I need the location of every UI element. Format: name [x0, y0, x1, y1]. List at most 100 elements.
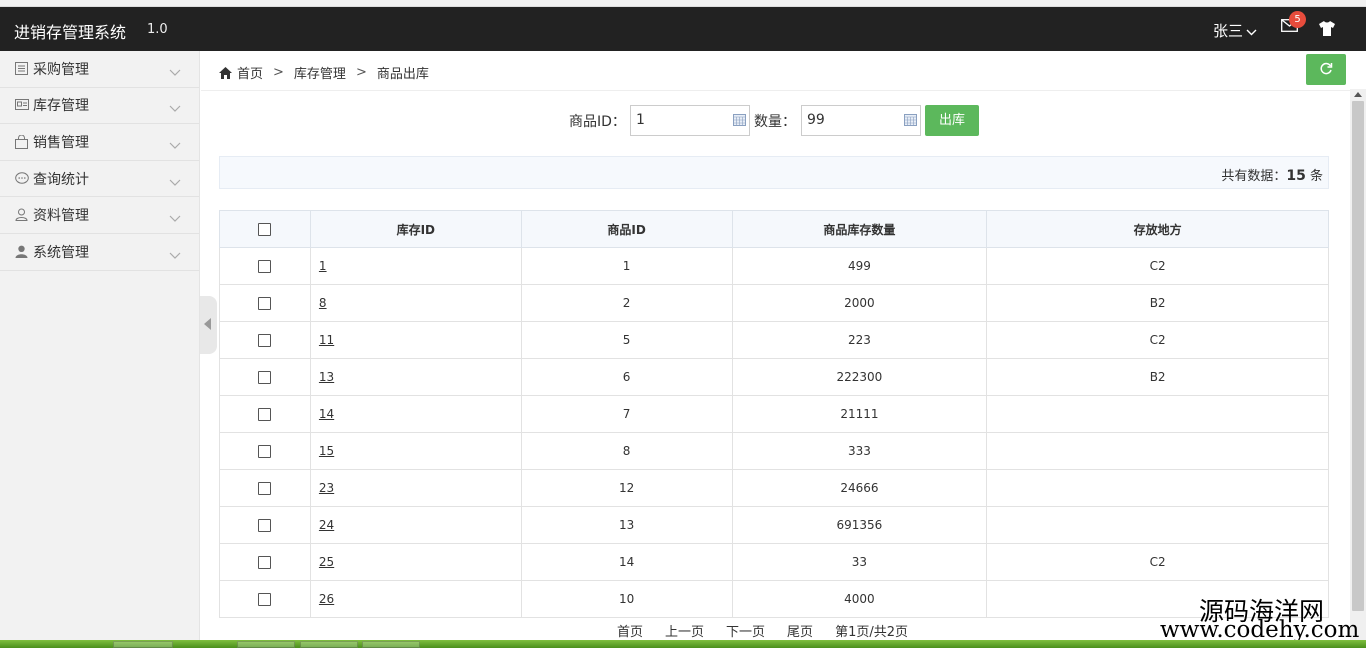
calendar-icon[interactable]: [904, 114, 917, 126]
chevron-down-icon: [169, 175, 181, 186]
chat-icon: [15, 171, 29, 186]
row-checkbox[interactable]: [258, 519, 272, 532]
select-all-cell: [219, 210, 311, 248]
product-id-value: 1: [636, 112, 645, 128]
taskbar-button[interactable]: [362, 641, 420, 648]
sidebar-item-data-management[interactable]: 资料管理: [0, 197, 199, 234]
scroll-thumb[interactable]: [1352, 101, 1364, 611]
table-header-row: 库存ID 商品ID 商品库存数量 存放地方: [219, 210, 1329, 248]
stock-id-link[interactable]: 15: [319, 444, 334, 458]
stock-id-link[interactable]: 23: [319, 481, 334, 495]
chevron-down-icon: [169, 248, 181, 259]
total-count: 共有数据：15 条: [1221, 165, 1323, 184]
taskbar-button[interactable]: [300, 641, 358, 648]
breadcrumb-section[interactable]: 库存管理: [294, 63, 346, 82]
quantity-cell: 4000: [731, 580, 988, 618]
sidebar-item-query-stats[interactable]: 查询统计: [0, 161, 199, 198]
product-id-label: 商品ID：: [569, 114, 626, 130]
theme-shirt-icon[interactable]: [1318, 21, 1336, 37]
sidebar-item-inventory[interactable]: 库存管理: [0, 88, 199, 125]
product-id-cell: 13: [520, 506, 733, 544]
app-title: 进销存管理系统: [14, 23, 127, 42]
product-id-input[interactable]: 1: [630, 105, 750, 136]
vertical-scrollbar[interactable]: [1350, 89, 1366, 640]
card-icon: [15, 98, 29, 112]
location-cell: C2: [986, 543, 1329, 581]
sidebar-item-label: 销售管理: [33, 134, 89, 151]
location-cell: B2: [986, 284, 1329, 322]
stock-id-link[interactable]: 24: [319, 518, 334, 532]
column-header[interactable]: 存放地方: [986, 210, 1329, 248]
sidebar-item-system[interactable]: 系统管理: [0, 234, 199, 271]
quantity-input[interactable]: 99: [801, 105, 921, 136]
product-id-cell: 6: [520, 358, 733, 396]
product-id-cell: 12: [520, 469, 733, 507]
stock-id-link[interactable]: 8: [319, 296, 327, 310]
stock-id-link[interactable]: 14: [319, 407, 334, 421]
row-checkbox[interactable]: [258, 297, 272, 310]
quantity-cell: 222300: [731, 358, 988, 396]
home-icon: [219, 66, 232, 79]
table-row: 24 13 691356: [219, 506, 1329, 544]
location-cell: C2: [986, 247, 1329, 285]
column-header[interactable]: 库存ID: [309, 210, 522, 248]
row-checkbox[interactable]: [258, 260, 272, 273]
mail-badge: 5: [1289, 11, 1306, 28]
location-cell: [986, 506, 1329, 544]
quantity-cell: 24666: [731, 469, 988, 507]
breadcrumb-separator: >: [273, 65, 284, 80]
product-id-cell: 1: [520, 247, 733, 285]
sidebar: 采购管理 库存管理 销售管理 查询统计 资料管理 系统管理: [0, 51, 200, 640]
row-checkbox[interactable]: [258, 334, 272, 347]
browser-bookmark-strip: [0, 0, 1366, 7]
pager-prev[interactable]: 上一页: [665, 621, 704, 640]
product-id-cell: 2: [520, 284, 733, 322]
taskbar-button[interactable]: [113, 641, 173, 648]
sidebar-collapse-toggle[interactable]: [200, 296, 217, 354]
row-checkbox[interactable]: [258, 593, 272, 606]
table-row: 13 6 222300 B2: [219, 358, 1329, 396]
row-checkbox[interactable]: [258, 408, 272, 421]
pagination: 首页 上一页 下一页 尾页 第1页/共2页: [617, 621, 930, 640]
breadcrumb-current: 商品出库: [376, 67, 429, 82]
sidebar-item-purchase[interactable]: 采购管理: [0, 51, 199, 88]
column-header[interactable]: 商品ID: [520, 210, 733, 248]
stock-id-link[interactable]: 11: [319, 333, 334, 347]
list-icon: [15, 61, 29, 76]
breadcrumb-bar: 首页 > 库存管理 > 商品出库: [201, 51, 1366, 91]
user-solid-icon: [15, 245, 29, 259]
inventory-table: 库存ID 商品ID 商品库存数量 存放地方 1 1 499 C2 8 2 200…: [219, 210, 1329, 618]
calendar-icon[interactable]: [733, 114, 746, 126]
breadcrumb-home[interactable]: 首页: [237, 63, 263, 82]
column-header[interactable]: 商品库存数量: [731, 210, 988, 248]
product-id-cell: 14: [520, 543, 733, 581]
app-version: 1.0: [147, 22, 168, 37]
table-row: 8 2 2000 B2: [219, 284, 1329, 322]
row-checkbox[interactable]: [258, 556, 272, 569]
quantity-cell: 33: [731, 543, 988, 581]
sidebar-item-label: 系统管理: [33, 244, 89, 261]
stock-id-link[interactable]: 26: [319, 592, 334, 606]
location-cell: C2: [986, 321, 1329, 359]
pager-next[interactable]: 下一页: [726, 621, 765, 640]
row-checkbox[interactable]: [258, 482, 272, 495]
product-id-cell: 10: [520, 580, 733, 618]
sidebar-item-sales[interactable]: 销售管理: [0, 124, 199, 161]
chevron-down-icon: [169, 211, 181, 223]
refresh-button[interactable]: [1306, 54, 1346, 85]
user-name: 张三: [1213, 22, 1244, 40]
scroll-up-arrow[interactable]: [1354, 92, 1362, 97]
top-header: 进销存管理系统 1.0 张三 5: [0, 7, 1366, 51]
pager-last[interactable]: 尾页: [787, 621, 813, 640]
pager-first[interactable]: 首页: [617, 621, 643, 640]
select-all-checkbox[interactable]: [258, 223, 272, 236]
taskbar-button[interactable]: [237, 641, 295, 648]
stock-id-link[interactable]: 13: [319, 370, 334, 384]
stock-id-link[interactable]: 1: [319, 259, 327, 273]
user-menu[interactable]: 张三: [1213, 20, 1257, 41]
row-checkbox[interactable]: [258, 371, 272, 384]
chevron-down-icon: [169, 101, 181, 113]
stock-out-button[interactable]: 出库: [925, 105, 979, 136]
row-checkbox[interactable]: [258, 445, 272, 458]
stock-id-link[interactable]: 25: [319, 555, 334, 569]
